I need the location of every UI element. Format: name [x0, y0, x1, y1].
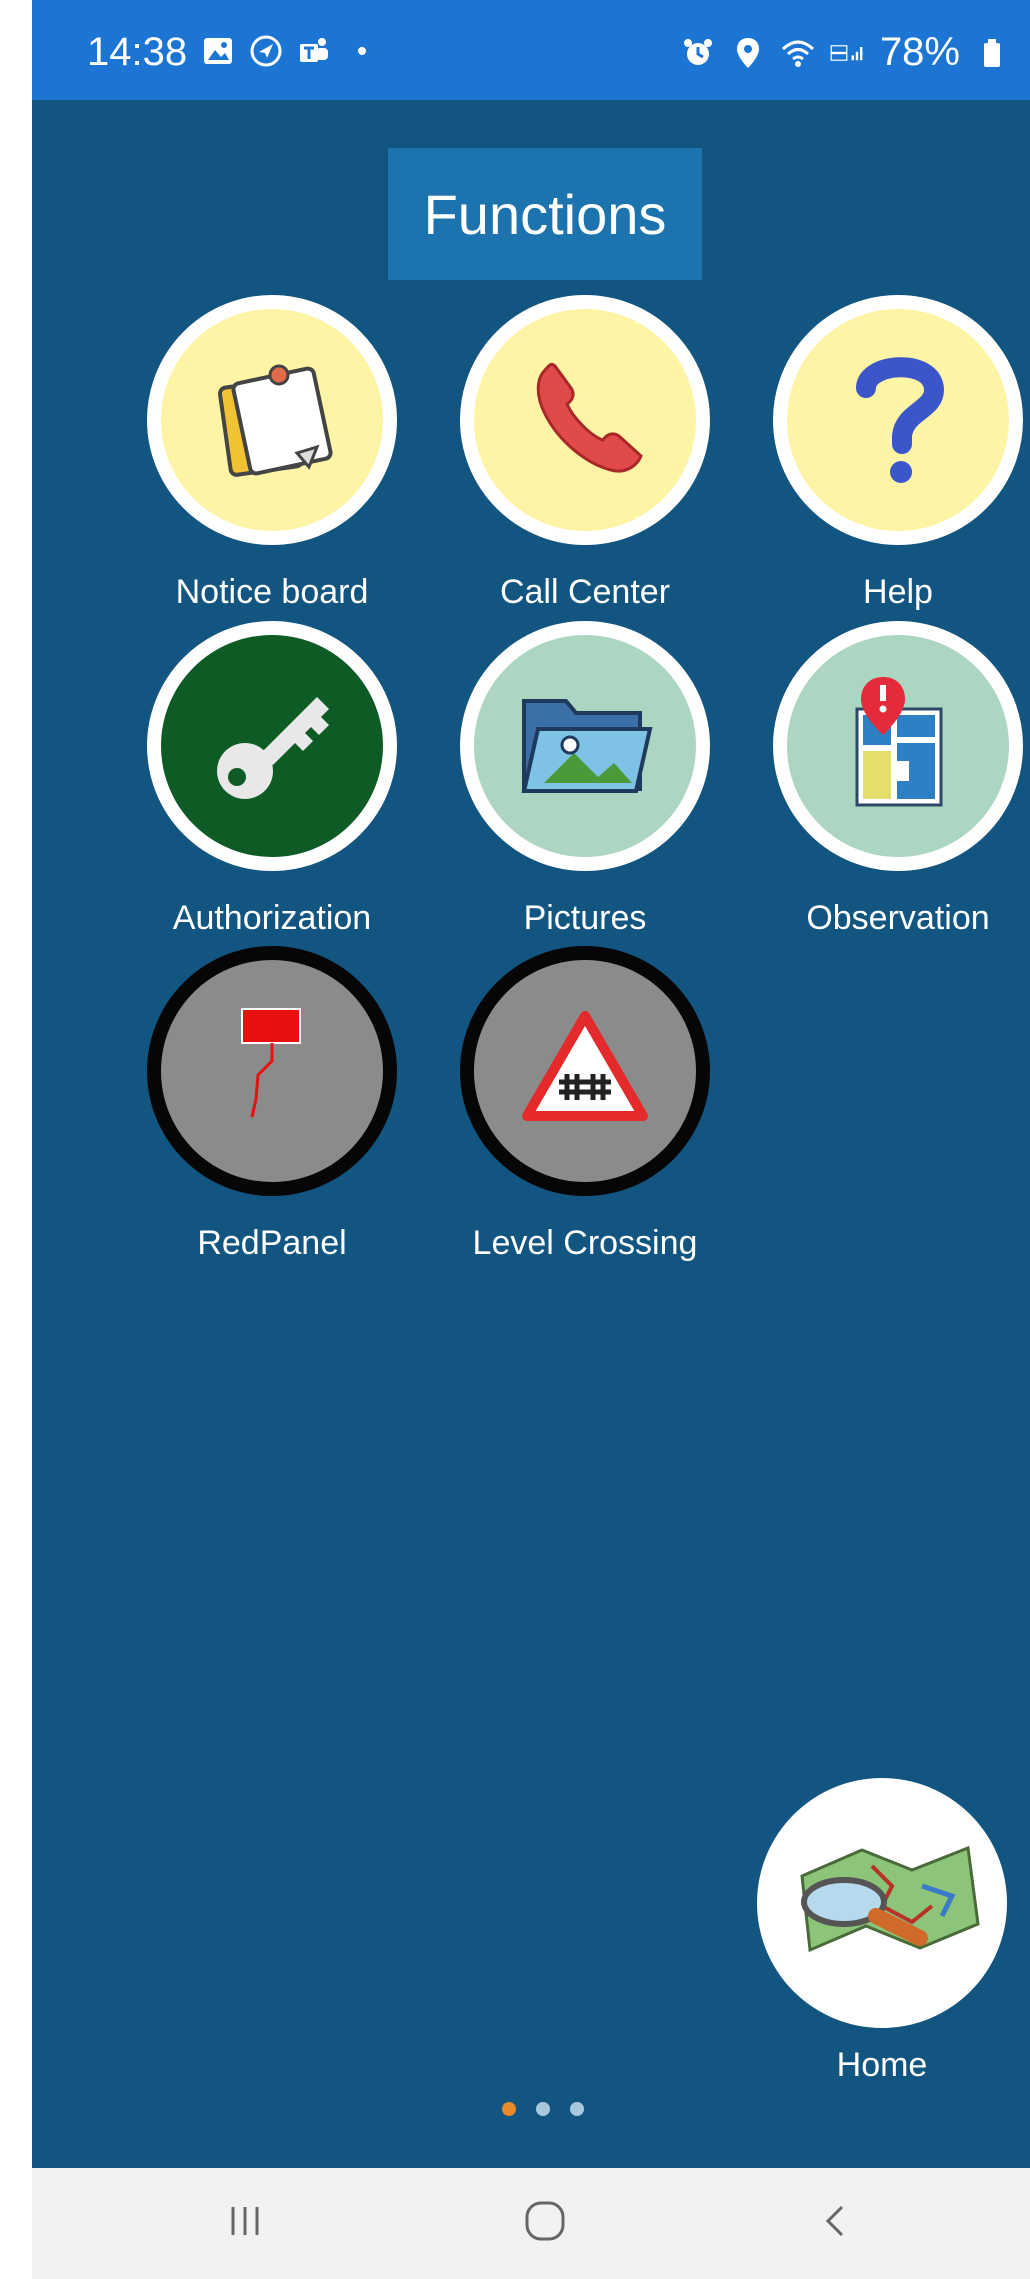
battery-icon — [974, 35, 1010, 71]
question-mark-icon — [838, 348, 958, 493]
app-screen: 14:38 78% Functions Notice board Call Ce… — [32, 0, 1030, 2279]
function-label: Pictures — [523, 899, 647, 937]
notice-board-icon — [197, 343, 347, 498]
page-dot[interactable] — [536, 2102, 550, 2116]
battery-percent: 78% — [879, 30, 960, 74]
function-label: Help — [863, 573, 933, 611]
map-magnifier-icon — [782, 1826, 982, 1981]
notification-dot-icon — [344, 33, 380, 69]
gallery-icon — [200, 33, 236, 69]
home-nav-button[interactable] — [500, 2188, 590, 2258]
home-nav-icon — [523, 2199, 567, 2248]
function-call-center[interactable]: Call Center — [430, 295, 740, 612]
function-observation[interactable]: Observation — [743, 621, 1030, 938]
red-flag-icon — [212, 999, 332, 1144]
home-label: Home — [836, 2046, 928, 2084]
map-pin-icon — [833, 669, 963, 824]
key-icon — [197, 669, 347, 824]
function-redpanel[interactable]: RedPanel — [117, 946, 427, 1263]
function-pictures[interactable]: Pictures — [430, 621, 740, 938]
function-label: Notice board — [175, 573, 369, 611]
system-nav-bar — [32, 2168, 1030, 2279]
volte-signal-icon — [830, 35, 866, 71]
function-authorization[interactable]: Authorization — [117, 621, 427, 938]
home-button[interactable] — [757, 1778, 1007, 2028]
phone-icon — [515, 348, 655, 493]
navigation-icon — [248, 33, 284, 69]
page-dot-active[interactable] — [502, 2102, 516, 2116]
function-help[interactable]: Help — [743, 295, 1030, 612]
location-icon — [730, 35, 766, 71]
function-level-crossing[interactable]: Level Crossing — [430, 946, 740, 1263]
function-label: Observation — [806, 899, 990, 937]
recents-button[interactable] — [200, 2188, 290, 2258]
picture-folder-icon — [510, 679, 660, 814]
page-title: Functions — [388, 148, 702, 280]
back-button[interactable] — [790, 2188, 880, 2258]
level-crossing-sign-icon — [515, 1004, 655, 1139]
status-bar: 14:38 78% — [32, 0, 1030, 100]
function-label: Authorization — [172, 899, 372, 937]
page-dot[interactable] — [570, 2102, 584, 2116]
function-label: Call Center — [499, 573, 671, 611]
function-notice-board[interactable]: Notice board — [117, 295, 427, 612]
back-icon — [820, 2201, 850, 2246]
function-label: Level Crossing — [472, 1224, 698, 1262]
alarm-icon — [680, 35, 716, 71]
page-indicator — [502, 2102, 584, 2116]
function-label: RedPanel — [197, 1224, 347, 1262]
status-time: 14:38 — [87, 30, 188, 74]
teams-icon — [296, 33, 332, 69]
wifi-icon — [780, 35, 816, 71]
recents-icon — [225, 2201, 265, 2246]
